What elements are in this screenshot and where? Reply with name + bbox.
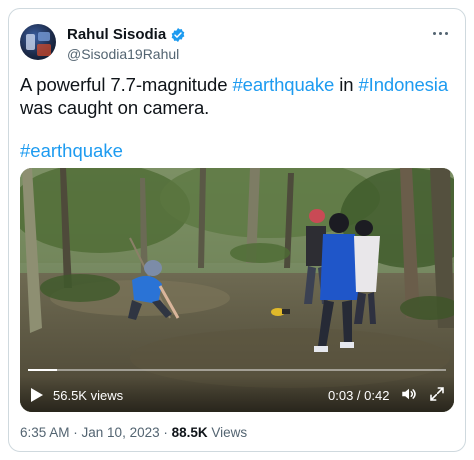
video-view-count: 56.5K views — [53, 388, 124, 403]
tweet-text-mid: in — [334, 74, 359, 95]
hashtag-earthquake[interactable]: #earthquake — [232, 74, 334, 95]
hashtag-earthquake-2[interactable]: #earthquake — [20, 140, 123, 161]
tweet-meta: 6:35 AM · Jan 10, 2023 · 88.5K Views — [20, 425, 247, 440]
video-player[interactable]: 56.5K views 0:03 / 0:42 — [20, 168, 454, 412]
meta-separator: · — [69, 425, 82, 440]
avatar[interactable] — [20, 24, 56, 60]
video-progress-bar[interactable] — [28, 369, 446, 371]
fullscreen-icon[interactable] — [429, 386, 445, 402]
hashtag-indonesia[interactable]: #Indonesia — [358, 74, 448, 95]
tweet-view-count: 88.5K — [171, 425, 208, 440]
verified-badge-icon — [171, 27, 185, 42]
tweet-date[interactable]: Jan 10, 2023 — [82, 425, 160, 440]
volume-icon[interactable] — [400, 385, 418, 403]
video-progress-fill — [28, 369, 58, 371]
more-icon[interactable] — [429, 23, 451, 43]
tweet-card: Rahul Sisodia @Sisodia19Rahul A powerful… — [8, 8, 466, 452]
play-icon[interactable] — [30, 387, 44, 403]
tweet-text-line2: was caught on camera. — [20, 97, 210, 118]
tweet-text: A powerful 7.7-magnitude #earthquake in … — [20, 73, 450, 119]
tweet-views-label: Views — [207, 425, 248, 440]
tweet-time[interactable]: 6:35 AM — [20, 425, 70, 440]
author-name-row[interactable]: Rahul Sisodia — [67, 26, 186, 43]
author-name[interactable]: Rahul Sisodia — [67, 26, 166, 43]
author-handle[interactable]: @Sisodia19Rahul — [67, 46, 179, 62]
video-time: 0:03 / 0:42 — [328, 388, 390, 403]
meta-separator: · — [159, 425, 172, 440]
tweet-text-prefix: A powerful 7.7-magnitude — [20, 74, 233, 95]
